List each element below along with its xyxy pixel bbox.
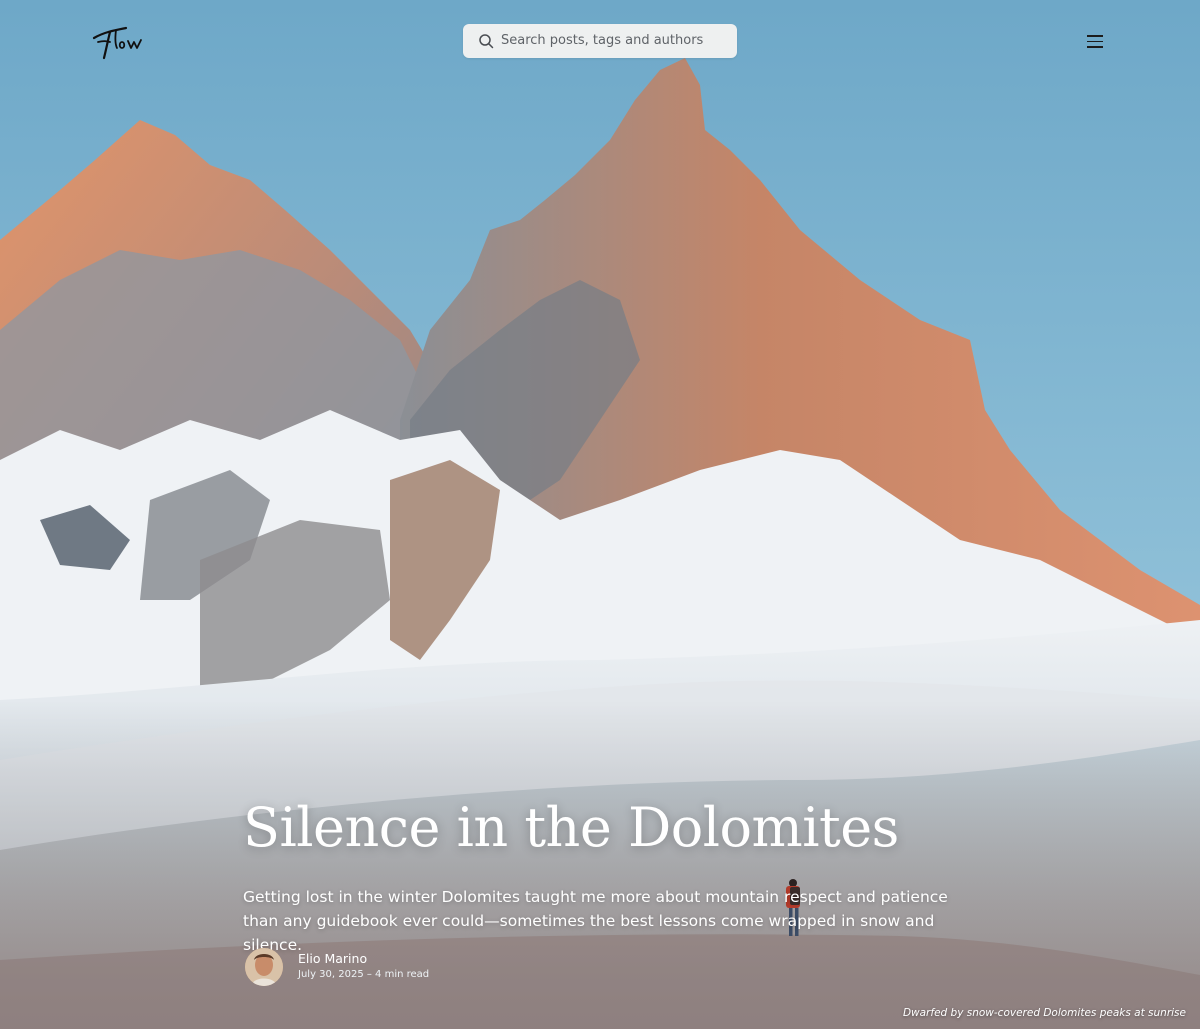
- search-bar[interactable]: Search posts, tags and authors: [463, 24, 737, 58]
- avatar-portrait-icon: [245, 948, 283, 986]
- search-placeholder: Search posts, tags and authors: [501, 33, 704, 48]
- site-logo[interactable]: [90, 20, 150, 62]
- mountain-landscape: [0, 0, 1200, 1029]
- site-header: Search posts, tags and authors: [0, 0, 1200, 82]
- post-excerpt: Getting lost in the winter Dolomites tau…: [243, 888, 948, 954]
- author-avatar[interactable]: [245, 948, 283, 986]
- post-meta: July 30, 2025 – 4 min read: [298, 969, 430, 980]
- flow-logo-icon: [92, 26, 142, 60]
- hero-image: [0, 0, 1200, 1029]
- author-block[interactable]: Elio Marino July 30, 2025 – 4 min read: [245, 948, 545, 988]
- hamburger-icon[interactable]: [1084, 32, 1106, 50]
- post-title: Silence in the Dolomites: [243, 796, 899, 859]
- search-icon: [479, 34, 494, 49]
- author-name[interactable]: Elio Marino: [298, 951, 367, 966]
- image-caption: Dwarfed by snow-covered Dolomites peaks …: [902, 1007, 1186, 1019]
